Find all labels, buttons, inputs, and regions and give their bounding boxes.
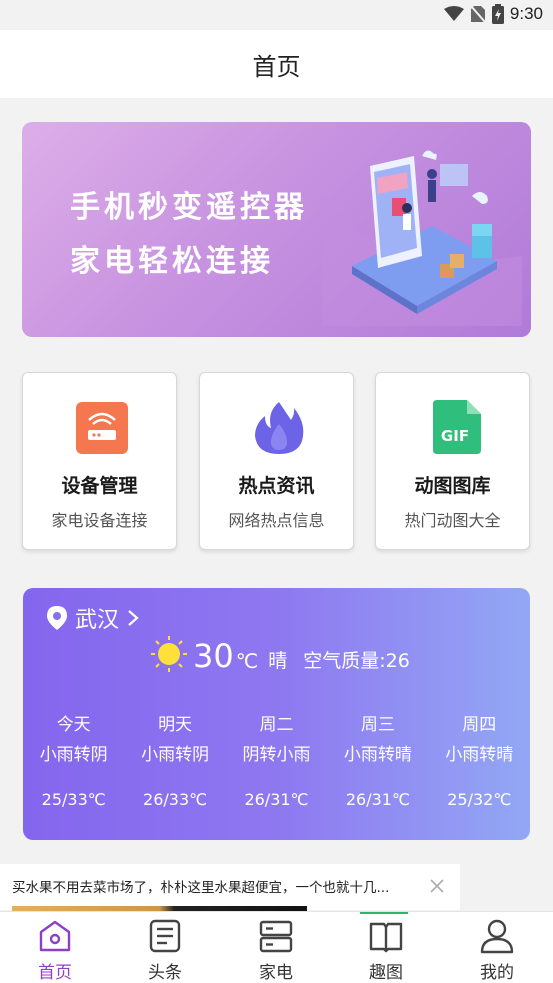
forecast-range: 25/32℃	[447, 790, 512, 809]
bottom-tab-bar: 首页 头条 家电 趣图 我的	[0, 911, 553, 983]
flame-icon	[255, 402, 304, 454]
tab-label: 头条	[148, 963, 182, 983]
tab-me[interactable]: 我的	[442, 912, 552, 983]
banner-headline: 手机秒变遥控器	[70, 190, 308, 225]
forecast-day-label: 明天	[158, 715, 193, 735]
title-bar: 首页	[0, 30, 553, 98]
forecast-day: 周二 阴转小雨 26/31℃	[226, 710, 327, 809]
status-icons: 9:30	[443, 4, 543, 24]
card-title: 动图图库	[414, 475, 491, 497]
tab-headlines[interactable]: 头条	[110, 912, 220, 983]
appliance-icon	[259, 920, 293, 953]
forecast-day: 今天 小雨转阴 25/33℃	[23, 710, 124, 809]
gif-label: GIF	[441, 427, 469, 445]
forecast-range: 26/33℃	[143, 790, 208, 809]
battery-icon	[491, 4, 504, 24]
page-title: 首页	[252, 52, 301, 81]
aqi-value: 26	[385, 650, 410, 672]
card-subtitle: 家电设备连接	[51, 511, 148, 530]
tab-label: 首页	[38, 963, 72, 983]
aqi-label: 空气质量:	[303, 650, 386, 672]
forecast-day: 周四 小雨转晴 25/32℃	[429, 710, 530, 809]
ad-banner[interactable]: 买水果不用去菜市场了，朴朴这里水果超便宜，一个也就十几...	[0, 864, 460, 912]
weather-condition: 晴	[268, 650, 288, 672]
gif-icon: GIF	[433, 400, 481, 454]
forecast-list: 今天 小雨转阴 25/33℃ 明天 小雨转阴 26/33℃ 周二 阴转小雨 26…	[23, 710, 530, 809]
forecast-day: 周三 小雨转晴 26/31℃	[327, 710, 428, 809]
banner-illustration	[322, 150, 522, 326]
book-icon	[369, 922, 403, 953]
wifi-icon	[443, 6, 464, 21]
forecast-condition: 小雨转晴	[445, 745, 514, 765]
tab-fun-pics[interactable]: 趣图	[331, 912, 441, 983]
news-icon	[149, 919, 181, 953]
forecast-range: 25/33℃	[41, 790, 106, 809]
user-icon	[480, 919, 514, 954]
home-icon	[39, 920, 71, 952]
tab-home[interactable]: 首页	[0, 912, 110, 983]
forecast-range: 26/31℃	[345, 790, 410, 809]
tab-label: 我的	[480, 963, 514, 983]
close-icon[interactable]	[430, 879, 444, 893]
weather-current: 30 ℃ 晴 空气质量: 26	[151, 636, 410, 676]
status-bar: 9:30	[0, 0, 553, 30]
forecast-day-label: 周四	[462, 715, 497, 735]
chevron-right-icon	[128, 610, 139, 626]
forecast-condition: 小雨转阴	[141, 745, 210, 765]
weather-city: 武汉	[75, 608, 120, 633]
forecast-range: 26/31℃	[244, 790, 309, 809]
location-pin-icon	[47, 606, 67, 630]
weather-temp: 30	[193, 637, 234, 675]
forecast-day-label: 周三	[360, 715, 395, 735]
card-device-management[interactable]: 设备管理 家电设备连接	[22, 372, 177, 550]
tab-label: 趣图	[369, 963, 403, 983]
forecast-day-label: 今天	[56, 715, 91, 735]
card-title: 设备管理	[61, 475, 138, 497]
card-hot-news[interactable]: 热点资讯 网络热点信息	[199, 372, 354, 550]
ad-text: 买水果不用去菜市场了，朴朴这里水果超便宜，一个也就十几...	[12, 880, 390, 896]
forecast-day: 明天 小雨转阴 26/33℃	[124, 710, 225, 809]
no-sim-icon	[470, 5, 486, 23]
status-time: 9:30	[509, 4, 543, 23]
forecast-day-label: 周二	[259, 715, 294, 735]
weather-location[interactable]: 武汉	[47, 602, 139, 634]
card-subtitle: 热门动图大全	[404, 511, 501, 530]
banner-subline: 家电轻松连接	[70, 244, 274, 279]
router-icon	[76, 402, 128, 454]
forecast-condition: 小雨转阴	[39, 745, 108, 765]
card-title: 热点资讯	[238, 475, 315, 497]
weather-card[interactable]: 武汉 30 ℃ 晴 空气质量: 26 今天 小雨转阴 25/33℃ 明天 小雨转…	[23, 588, 530, 840]
card-subtitle: 网络热点信息	[228, 511, 325, 530]
forecast-condition: 小雨转晴	[343, 745, 412, 765]
sun-icon	[151, 636, 187, 672]
weather-unit: ℃	[235, 649, 259, 673]
tab-label: 家电	[259, 963, 293, 983]
promo-banner[interactable]: 手机秒变遥控器 家电轻松连接	[22, 122, 531, 337]
card-gif-gallery[interactable]: GIF 动图图库 热门动图大全	[375, 372, 530, 550]
forecast-condition: 阴转小雨	[242, 745, 311, 765]
feature-cards: 设备管理 家电设备连接 热点资讯 网络热点信息 GIF 动图图库 热门动图大全	[22, 372, 531, 550]
tab-appliances[interactable]: 家电	[221, 912, 331, 983]
